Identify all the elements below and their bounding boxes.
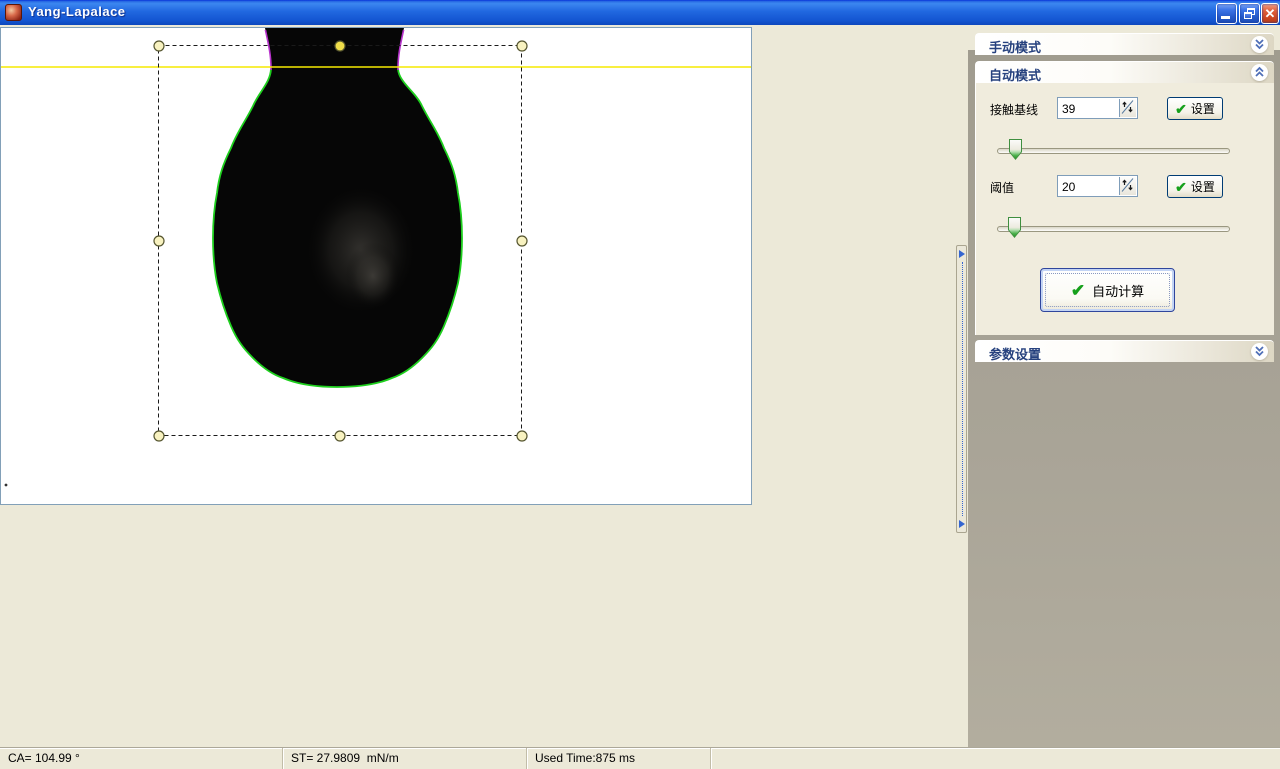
window-title: Yang-Lapalace <box>28 4 126 19</box>
threshold-spinner[interactable] <box>1119 177 1136 195</box>
baseline-label: 接触基线 <box>990 101 1038 118</box>
splitter-arrow-icon <box>959 520 965 528</box>
threshold-slider-track[interactable] <box>997 226 1230 232</box>
chevron-double-down-icon[interactable] <box>1251 343 1268 360</box>
threshold-input-box <box>1057 175 1138 197</box>
params-title: 参数设置 <box>989 344 1041 363</box>
panel-header-params[interactable]: 参数设置 <box>975 340 1274 362</box>
baseline-spinner[interactable] <box>1119 99 1136 117</box>
handle-bottom-left <box>154 431 164 441</box>
handle-bottom-center <box>335 431 345 441</box>
auto-mode-title: 自动模式 <box>989 65 1041 84</box>
threshold-input[interactable] <box>1058 176 1120 196</box>
threshold-set-label: 设置 <box>1191 178 1215 195</box>
status-surface-tension: ST= 27.9809 mN/m <box>283 748 527 769</box>
panel-header-manual-mode[interactable]: 手动模式 <box>975 33 1274 55</box>
manual-mode-title: 手动模式 <box>989 37 1041 56</box>
check-icon: ✔ <box>1175 180 1187 194</box>
threshold-set-button[interactable]: ✔ 设置 <box>1167 175 1223 198</box>
status-empty <box>711 748 1280 769</box>
close-button[interactable]: ✕ <box>1261 3 1279 24</box>
baseline-input-box <box>1057 97 1138 119</box>
panel-splitter[interactable] <box>956 245 967 533</box>
threshold-label: 阈值 <box>990 179 1014 196</box>
chevron-double-up-icon[interactable] <box>1251 64 1268 81</box>
titlebar: Yang-Lapalace ✕ <box>0 0 1280 25</box>
status-contact-angle: CA= 104.99 ° <box>0 748 283 769</box>
baseline-set-label: 设置 <box>1191 100 1215 117</box>
pendant-drop-image <box>1 28 751 504</box>
baseline-slider-track[interactable] <box>997 148 1230 154</box>
baseline-input[interactable] <box>1058 98 1120 118</box>
drop-image-viewer[interactable] <box>0 27 752 505</box>
splitter-dots <box>962 262 963 516</box>
handle-top-left <box>154 41 164 51</box>
restore-button[interactable] <box>1239 3 1260 24</box>
stray-dot <box>5 484 8 487</box>
handle-top-center <box>335 41 345 51</box>
handle-mid-right <box>517 236 527 246</box>
handle-bottom-right <box>517 431 527 441</box>
splitter-arrow-icon <box>959 250 965 258</box>
minimize-button[interactable] <box>1216 3 1237 24</box>
chevron-double-down-icon[interactable] <box>1251 36 1268 53</box>
baseline-set-button[interactable]: ✔ 设置 <box>1167 97 1223 120</box>
check-icon: ✔ <box>1175 102 1187 116</box>
focus-rect <box>1045 273 1170 307</box>
statusbar: CA= 104.99 ° ST= 27.9809 mN/m Used Time:… <box>0 748 1280 769</box>
auto-calculate-button[interactable]: ✔ 自动计算 <box>1040 268 1175 312</box>
app-icon <box>5 4 22 21</box>
handle-top-right <box>517 41 527 51</box>
panel-header-auto-mode[interactable]: 自动模式 <box>975 61 1274 83</box>
status-used-time: Used Time:875 ms <box>527 748 711 769</box>
handle-mid-left <box>154 236 164 246</box>
